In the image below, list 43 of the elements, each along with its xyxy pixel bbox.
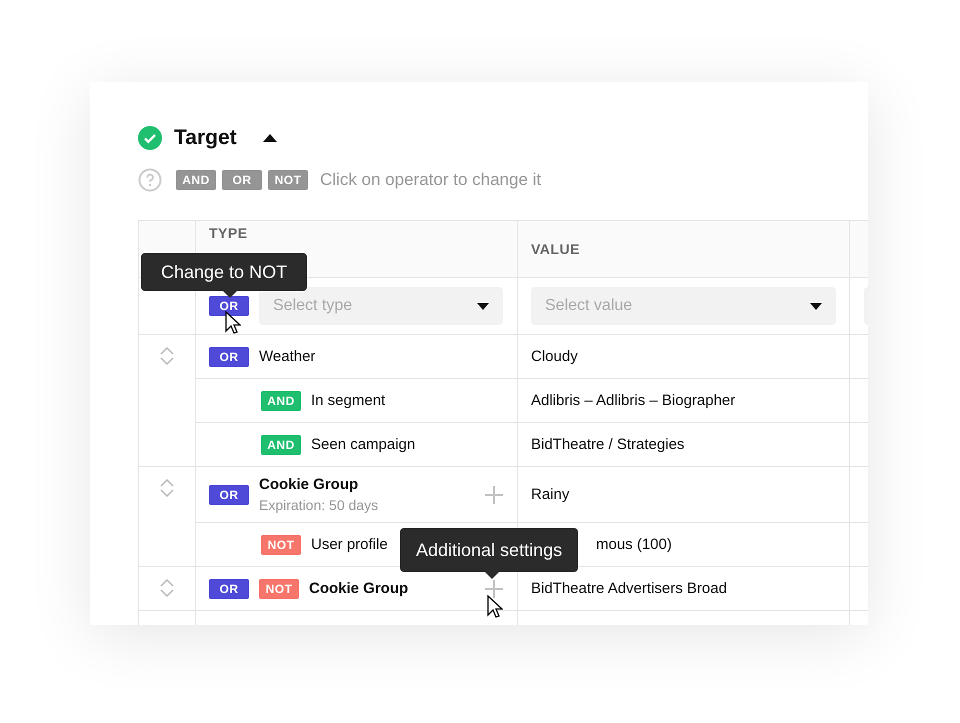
- plus-icon[interactable]: [485, 580, 503, 598]
- drag-handle-icon[interactable]: [160, 347, 174, 365]
- hint-text: Click on operator to change it: [320, 170, 542, 190]
- type-select[interactable]: Select type: [259, 287, 503, 325]
- legend-badge: OR: [222, 170, 262, 190]
- condition-type: Seen campaign: [311, 436, 416, 453]
- operator-badge[interactable]: OR: [209, 346, 249, 366]
- value-select[interactable]: Select value: [531, 287, 836, 325]
- condition-value: BidTheatre / Strategies: [531, 436, 684, 453]
- condition-type: User profile: [311, 536, 388, 553]
- condition-value: BidTheatre Advertisers Broad: [531, 580, 727, 597]
- operator-badge[interactable]: NOT: [259, 578, 299, 598]
- caret-icon: [477, 302, 489, 310]
- condition-detail: Expiration: 50 days: [259, 497, 378, 513]
- condition-value: Rainy: [531, 486, 570, 503]
- section-title: Target: [174, 126, 237, 150]
- operator-badge[interactable]: AND: [261, 390, 301, 410]
- condition-value: Cloudy: [531, 348, 578, 365]
- tooltip-arrow: [222, 290, 238, 298]
- tooltip-arrow: [484, 571, 500, 579]
- tooltip: Change to NOT: [141, 253, 308, 291]
- condition-type: Weather: [259, 348, 316, 365]
- legend-badge: AND: [176, 170, 216, 190]
- condition-value: Adlibris – Adlibris – Biographer: [531, 392, 736, 409]
- operator-badge[interactable]: OR: [209, 296, 249, 316]
- condition-type: Cookie Group: [309, 580, 408, 597]
- column-header: VALUE: [531, 241, 580, 257]
- operator-badge[interactable]: NOT: [261, 534, 301, 554]
- column-header: TYPE: [209, 225, 248, 241]
- condition-type: Cookie Group: [259, 476, 358, 493]
- operator-badge[interactable]: OR: [209, 484, 249, 504]
- condition-type: In segment: [311, 392, 386, 409]
- operator-badge[interactable]: AND: [261, 434, 301, 454]
- drag-handle-icon[interactable]: [160, 479, 174, 497]
- drag-handle-icon[interactable]: [160, 579, 174, 597]
- help-icon[interactable]: [138, 168, 162, 192]
- condition-value: mous (100): [596, 536, 672, 553]
- tooltip: Additional settings: [400, 528, 578, 572]
- caret-icon: [810, 302, 822, 310]
- collapse-toggle-icon[interactable]: [262, 134, 277, 142]
- operator-badge[interactable]: OR: [209, 578, 249, 598]
- legend-badge: NOT: [268, 170, 308, 190]
- plus-icon[interactable]: [485, 486, 503, 504]
